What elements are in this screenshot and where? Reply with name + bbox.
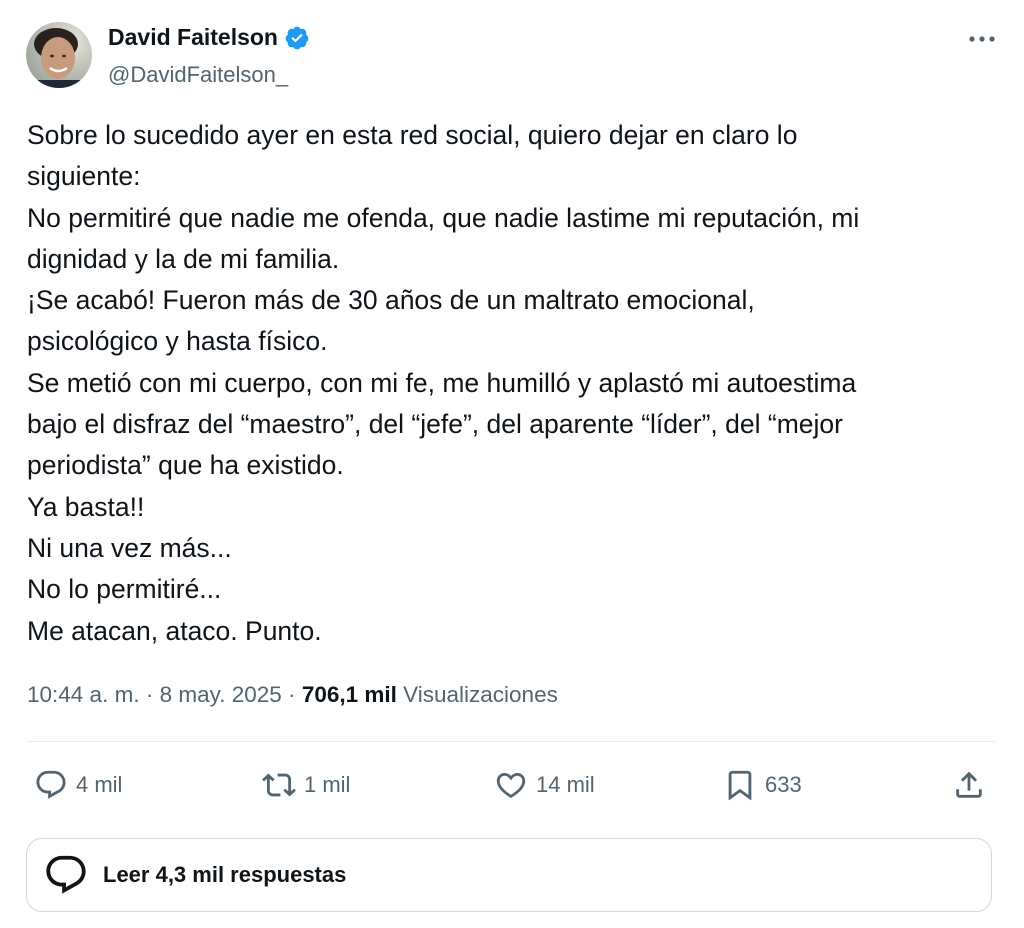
reply-button[interactable]: 4 mil: [34, 760, 122, 810]
like-count: 14 mil: [536, 772, 595, 797]
tweet-text: Sobre lo sucedido ayer en esta red socia…: [27, 115, 997, 652]
more-options-button[interactable]: [962, 24, 1002, 54]
retweet-icon: [262, 773, 296, 797]
tweet-line: psicológico y hasta físico.: [27, 326, 328, 357]
author-handle[interactable]: @DavidFaitelson_: [108, 62, 288, 88]
retweet-count: 1 mil: [304, 772, 351, 797]
tweet-line: ¡Se acabó! Fueron más de 30 años de un m…: [27, 285, 755, 316]
tweet-line: Me atacan, ataco. Punto.: [27, 615, 322, 646]
read-replies-label: Leer 4,3 mil respuestas: [103, 862, 347, 887]
meta-separator: ·: [288, 682, 296, 707]
bookmark-count: 633: [765, 772, 802, 797]
retweet-button[interactable]: 1 mil: [262, 760, 350, 810]
divider: [27, 741, 995, 742]
views-count[interactable]: 706,1 mil: [302, 682, 397, 707]
views-label[interactable]: Visualizaciones: [403, 682, 558, 707]
share-icon: [956, 771, 982, 798]
reply-icon: [36, 770, 66, 799]
tweet-meta: 10:44 a. m. · 8 may. 2025 · 706,1 mil Vi…: [27, 682, 558, 708]
tweet-time[interactable]: 10:44 a. m.: [27, 682, 140, 707]
tweet-line: Ni una vez más...: [27, 532, 232, 563]
avatar-photo: [26, 22, 92, 88]
read-replies-button[interactable]: Leer 4,3 mil respuestas: [26, 838, 992, 912]
tweet-line: dignidad y la de mi familia.: [27, 243, 340, 274]
meta-separator: ·: [145, 682, 154, 707]
tweet-line: periodista” que ha existido.: [27, 450, 344, 481]
bookmark-button[interactable]: 633: [723, 760, 802, 810]
chat-bubble-icon: [46, 855, 86, 894]
heart-icon: [496, 772, 526, 798]
tweet-line: No permitiré que nadie me ofenda, que na…: [27, 202, 860, 233]
tweet-line: Sobre lo sucedido ayer en esta red socia…: [27, 120, 798, 150]
author-display-name[interactable]: David Faitelson: [108, 24, 278, 51]
tweet-line: Ya basta!!: [27, 491, 145, 522]
tweet-line: No lo permitiré...: [27, 574, 222, 605]
like-button[interactable]: 14 mil: [494, 760, 595, 810]
tweet-line: Se metió con mi cuerpo, con mi fe, me hu…: [27, 367, 857, 398]
avatar[interactable]: [26, 22, 92, 88]
bookmark-icon: [728, 770, 752, 801]
tweet-line: siguiente:: [27, 161, 141, 192]
tweet-date[interactable]: 8 may. 2025: [160, 682, 282, 707]
share-button[interactable]: [952, 760, 986, 810]
tweet-line: bajo el disfraz del “maestro”, del “jefe…: [27, 409, 843, 440]
reply-count: 4 mil: [76, 772, 123, 797]
more-dots-icon: [969, 36, 995, 42]
tweet-actions: 4 mil 1 mil 14 mil 633: [0, 760, 1024, 810]
verified-badge-icon[interactable]: [284, 25, 310, 51]
